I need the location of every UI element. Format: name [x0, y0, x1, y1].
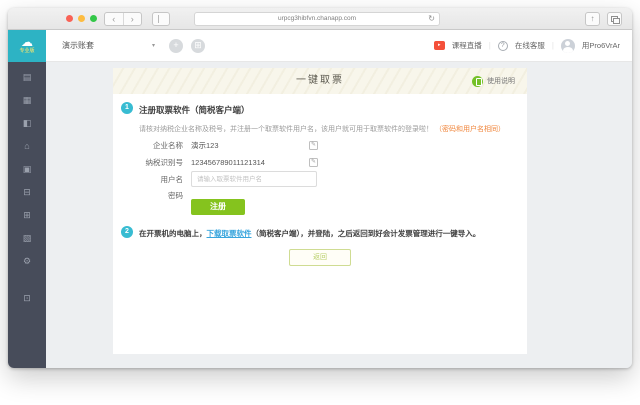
app-logo[interactable]: ☁ 专业版: [8, 29, 46, 62]
back-button-form[interactable]: 返回: [289, 249, 351, 266]
gift-icon[interactable]: ⊡: [8, 287, 46, 310]
app-body: ▤ ▦ ◧ ⌂ ▣ ⊟ ⊞ ▧ ⚙ ⊡ 一键取票 使用说明 1 注册取票软件（简…: [8, 62, 632, 368]
minimize-window-button[interactable]: [78, 15, 85, 22]
browser-toolbar: ‹ › urpcg3hibfvn.chanapp.com ↻ ↑: [8, 8, 632, 30]
browser-window: ‹ › urpcg3hibfvn.chanapp.com ↻ ↑ ☁ 专业版 演…: [8, 8, 632, 368]
live-course-link[interactable]: 课程直播: [452, 40, 482, 51]
note-text: 请核对纳税企业名称及税号，并注册一个取票软件用户名，该用户就可用于取票软件的登录…: [139, 126, 433, 133]
edit-icon[interactable]: ✎: [309, 158, 318, 167]
invoice-icon[interactable]: ▣: [8, 158, 46, 181]
step1-badge: 1: [121, 102, 133, 114]
address-bar[interactable]: urpcg3hibfvn.chanapp.com ↻: [194, 12, 440, 26]
main-content: 一键取票 使用说明 1 注册取票软件（简税客户端） 请核对纳税企业名称及税号，并…: [46, 62, 632, 368]
url-text: urpcg3hibfvn.chanapp.com: [277, 15, 357, 22]
cloud-logo-icon: ☁: [21, 35, 33, 49]
report-icon[interactable]: ◧: [8, 112, 46, 135]
close-window-button[interactable]: [66, 15, 73, 22]
tabs-overview-button[interactable]: [607, 12, 622, 26]
note-highlight: （密码和用户名相同）: [434, 126, 505, 133]
step2-badge: 2: [121, 226, 133, 238]
username-label[interactable]: 用Pro6VrAr: [582, 40, 620, 51]
voucher-icon[interactable]: ▤: [8, 66, 46, 89]
assets-icon[interactable]: ⊞: [8, 204, 46, 227]
card-banner: 一键取票 使用说明: [113, 68, 527, 94]
company-name-label: 企业名称: [153, 141, 183, 150]
journal-icon[interactable]: ▦: [8, 89, 46, 112]
step2-text-after: （简税客户端），并登陆，之后返回到好会计发票管理进行一键导入。: [251, 229, 481, 238]
avatar-body: [562, 47, 573, 53]
download-software-link[interactable]: 下载取票软件: [207, 229, 252, 238]
header-right-group: ▸ 课程直播 | ? 在线客服 | 用Pro6VrAr: [433, 38, 620, 53]
separator: |: [551, 41, 554, 50]
forward-button[interactable]: ›: [124, 13, 142, 25]
account-set-selector[interactable]: 演示账套: [62, 40, 94, 51]
history-nav: ‹ ›: [104, 12, 142, 26]
back-button[interactable]: ‹: [105, 13, 124, 25]
apps-grid-button[interactable]: ⊞: [191, 38, 206, 53]
question-mark-icon: ?: [497, 40, 508, 51]
page-title: 一键取票: [296, 75, 344, 86]
usage-help-label: 使用说明: [487, 78, 515, 85]
funds-icon[interactable]: ⌂: [8, 135, 46, 158]
register-button[interactable]: 注册: [191, 199, 245, 215]
reload-icon[interactable]: ↻: [428, 13, 435, 25]
live-course-icon: ▸: [433, 41, 445, 50]
share-button[interactable]: ↑: [585, 12, 600, 26]
tab-square-icon: [613, 18, 620, 24]
step1-note: 请核对纳税企业名称及税号，并注册一个取票软件用户名，该用户就可用于取票软件的登录…: [139, 124, 505, 134]
window-controls: [66, 15, 97, 22]
company-name-value: 演示123: [191, 141, 219, 150]
step1-title: 注册取票软件（简税客户端）: [139, 105, 250, 115]
edition-label: 专业版: [19, 48, 35, 54]
tax-id-value: 123456789011121314: [191, 158, 265, 167]
chevron-down-icon[interactable]: ▾: [152, 42, 155, 49]
zoom-window-button[interactable]: [90, 15, 97, 22]
step2-text-before: 在开票机的电脑上，: [139, 229, 207, 238]
avatar[interactable]: [560, 38, 575, 53]
company-name-row: 企业名称 演示123 ✎: [121, 140, 318, 151]
edit-icon[interactable]: ✎: [309, 141, 318, 150]
separator: |: [488, 41, 491, 50]
step2-text: 在开票机的电脑上，下载取票软件（简税客户端），并登陆，之后返回到好会计发票管理进…: [139, 228, 521, 239]
checkout-icon[interactable]: ▧: [8, 227, 46, 250]
sidebar-toggle-button[interactable]: [152, 12, 170, 26]
password-row: 密码: [121, 190, 183, 201]
avatar-head: [565, 41, 571, 46]
app-header: ☁ 专业版 演示账套 ▾ + ⊞ ▸ 课程直播 | ? 在线客服 | 用Pro6…: [8, 29, 632, 62]
tax-id-row: 纳税识别号 123456789011121314 ✎: [121, 157, 318, 168]
username-field-label: 用户名: [160, 174, 184, 184]
add-button[interactable]: +: [169, 38, 184, 53]
online-support-link[interactable]: 在线客服: [515, 40, 545, 51]
instructions-icon: [472, 75, 483, 87]
username-input[interactable]: [191, 171, 317, 187]
settings-icon[interactable]: ⚙: [8, 250, 46, 273]
username-row: 用户名: [121, 171, 317, 187]
password-field-label: 密码: [168, 191, 183, 200]
salary-icon[interactable]: ⊟: [8, 181, 46, 204]
tax-id-label: 纳税识别号: [145, 158, 184, 167]
usage-help-link[interactable]: 使用说明: [472, 68, 515, 94]
one-click-invoice-card: 一键取票 使用说明 1 注册取票软件（简税客户端） 请核对纳税企业名称及税号，并…: [113, 68, 527, 354]
sidebar-nav: ▤ ▦ ◧ ⌂ ▣ ⊟ ⊞ ▧ ⚙ ⊡: [8, 62, 46, 368]
